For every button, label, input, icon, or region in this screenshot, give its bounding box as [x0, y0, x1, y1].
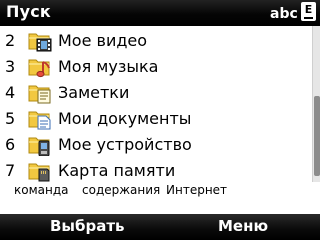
- menu-item-my-music[interactable]: 3 Моя музыка: [0, 54, 312, 80]
- input-mode-text: abc: [270, 6, 298, 22]
- menu-item-label: Моя музыка: [58, 57, 159, 76]
- documents-folder-icon: [28, 108, 52, 130]
- title-bar: Пуск abc E: [0, 0, 320, 26]
- menu-item-label: Мое видео: [58, 31, 148, 50]
- menu-item-memory-card[interactable]: 7 Карта памяти: [0, 158, 312, 182]
- menu-item-my-video[interactable]: 2 Мое видео: [0, 28, 312, 54]
- quick-tab-contents[interactable]: содержания: [82, 183, 160, 197]
- keypad-indicator-letter: E: [304, 3, 313, 16]
- menu-item-my-documents[interactable]: 5 Мои документы: [0, 106, 312, 132]
- menu-item-notes[interactable]: 4 Заметки: [0, 80, 312, 106]
- video-folder-icon: [28, 30, 52, 52]
- menu-item-number: 7: [5, 161, 16, 180]
- scrollbar-thumb[interactable]: [314, 96, 320, 176]
- scrollbar[interactable]: [312, 26, 320, 182]
- notes-folder-icon: [28, 82, 52, 104]
- keypad-icon: E: [301, 2, 316, 21]
- quick-tab-command[interactable]: команда: [14, 183, 69, 197]
- menu-item-number: 2: [5, 31, 16, 50]
- keypad-underline: [304, 17, 313, 19]
- music-folder-icon: [28, 56, 52, 78]
- softkey-bar: Выбрать Меню: [0, 214, 320, 240]
- quick-tabs-bar: команда содержания Интернет: [0, 182, 320, 200]
- menu-item-label: Карта памяти: [58, 161, 176, 180]
- menu-item-label: Мое устройство: [58, 135, 192, 154]
- memory-card-folder-icon: [28, 160, 52, 182]
- start-menu-list: 2 Мое видео 3 Моя музыка 4 Заметки 5 Мои…: [0, 26, 312, 182]
- input-mode-indicator: abc E: [270, 1, 318, 25]
- menu-item-my-device[interactable]: 6 Мое устройство: [0, 132, 312, 158]
- window-title: Пуск: [6, 2, 51, 21]
- menu-softkey[interactable]: Меню: [218, 217, 268, 235]
- menu-item-number: 5: [5, 109, 16, 128]
- quick-tab-internet[interactable]: Интернет: [166, 183, 227, 197]
- menu-item-number: 6: [5, 135, 16, 154]
- select-softkey[interactable]: Выбрать: [50, 217, 125, 235]
- menu-item-number: 3: [5, 57, 16, 76]
- menu-item-number: 4: [5, 83, 16, 102]
- menu-item-label: Заметки: [58, 83, 130, 102]
- device-folder-icon: [28, 134, 52, 157]
- menu-item-label: Мои документы: [58, 109, 192, 128]
